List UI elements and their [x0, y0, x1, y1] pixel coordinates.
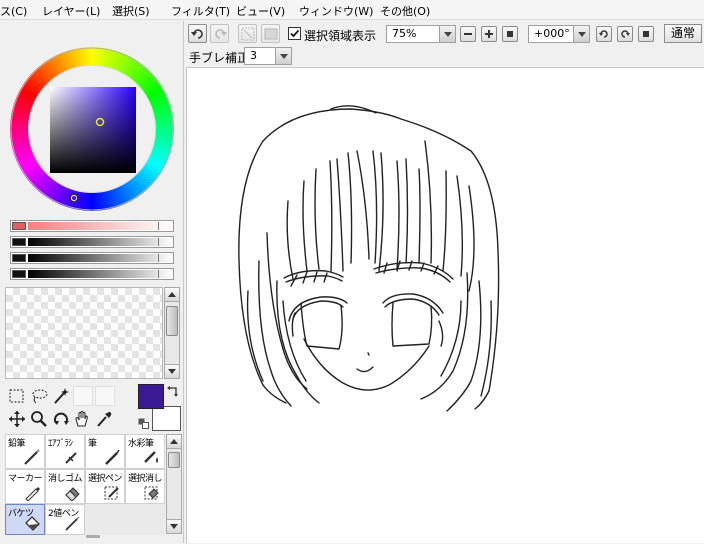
menu-item-other[interactable]: その他(O) — [380, 3, 430, 19]
zoom-out-button[interactable] — [460, 26, 476, 42]
stabilizer-select[interactable]: 3 — [244, 47, 292, 65]
watercolor-icon — [144, 451, 158, 463]
color-slider-3[interactable] — [10, 268, 174, 280]
pencil-icon — [24, 449, 40, 465]
panel-resize-grip[interactable] — [86, 535, 100, 538]
slider-track — [28, 254, 172, 262]
slider-tick — [158, 238, 159, 246]
line-art-drawing — [238, 105, 500, 412]
slider-tick — [158, 254, 159, 262]
brush-icon — [105, 449, 120, 465]
slider-knob — [12, 270, 26, 278]
menu-item-canvas[interactable]: ス(C) — [0, 3, 27, 19]
reset-colors-icon[interactable] — [138, 418, 149, 429]
rotate-icon[interactable] — [52, 410, 70, 428]
left-panel: 鉛筆 ｴｱﾌﾞﾗｼ 筆 水彩筆 マーカー 消しゴム 選択ペン 選択消し バケツ … — [0, 21, 184, 543]
scroll-down-icon[interactable] — [165, 364, 179, 378]
select-erase-icon — [144, 486, 159, 500]
menu-item-layer[interactable]: レイヤー(L) — [42, 3, 100, 19]
brush-brush[interactable]: 筆 — [85, 434, 125, 469]
slider-track — [28, 222, 172, 230]
chevron-down-icon[interactable] — [275, 48, 291, 64]
empty-tool-slot — [95, 386, 115, 406]
slider-tick — [158, 222, 159, 230]
opacity-slider[interactable] — [10, 220, 174, 232]
select-pen-icon — [104, 486, 119, 500]
brush-airbrush[interactable]: ｴｱﾌﾞﾗｼ — [45, 434, 85, 469]
deselect-button[interactable] — [238, 24, 257, 43]
brush-label: 筆 — [88, 439, 97, 449]
swap-colors-icon[interactable] — [167, 385, 179, 397]
scroll-up-icon[interactable] — [167, 435, 181, 449]
zoom-in-button[interactable] — [481, 26, 497, 42]
zoom-reset-button[interactable] — [502, 26, 518, 42]
menu-bar: ス(C) レイヤー(L) 選択(S) フィルタ(T) ビュー(V) ウィンドウ(… — [0, 0, 704, 20]
zoom-value: 75% — [392, 27, 417, 40]
marker-icon — [25, 487, 40, 501]
color-slider-1[interactable] — [10, 236, 174, 248]
undo-button[interactable] — [188, 24, 207, 43]
eraser-icon — [65, 487, 80, 501]
rect-select-icon[interactable] — [8, 387, 26, 405]
brush-palette-scrollbar[interactable] — [166, 434, 182, 534]
slider-knob — [12, 254, 26, 262]
rotate-right-button[interactable] — [617, 26, 633, 42]
brush-pencil[interactable]: 鉛筆 — [5, 434, 45, 469]
scratchpad-scrollbar[interactable] — [164, 287, 180, 379]
stabilizer-label: 手ブレ補正 — [189, 51, 250, 65]
menu-item-window[interactable]: ウィンドウ(W) — [299, 3, 373, 19]
zoom-icon[interactable] — [30, 410, 48, 428]
invert-selection-button[interactable] — [261, 24, 280, 43]
eyedropper-icon[interactable] — [95, 410, 113, 428]
scroll-down-icon[interactable] — [167, 519, 181, 533]
redo-button[interactable] — [210, 24, 229, 43]
slider-track — [28, 270, 172, 278]
brush-bucket[interactable]: バケツ — [5, 504, 45, 535]
stabilizer-value: 3 — [250, 49, 257, 62]
menu-item-select[interactable]: 選択(S) — [112, 3, 150, 19]
scroll-up-icon[interactable] — [165, 288, 179, 302]
magic-wand-icon[interactable] — [52, 387, 70, 405]
empty-tool-slot — [73, 386, 93, 406]
chevron-down-icon[interactable] — [573, 26, 589, 42]
color-slider-2[interactable] — [10, 252, 174, 264]
lasso-icon[interactable] — [30, 387, 48, 405]
brush-select-erase[interactable]: 選択消し — [125, 469, 165, 504]
slider-track — [28, 238, 172, 246]
move-icon[interactable] — [8, 410, 26, 428]
chevron-down-icon[interactable] — [439, 26, 455, 42]
binary-pen-icon — [65, 516, 80, 531]
brush-binary-pen[interactable]: 2値ペン — [45, 504, 85, 535]
brush-watercolor[interactable]: 水彩筆 — [125, 434, 165, 469]
brush-eraser[interactable]: 消しゴム — [45, 469, 85, 504]
primary-color-swatch[interactable] — [138, 384, 164, 409]
zoom-select[interactable]: 75% — [386, 25, 456, 43]
menu-item-filter[interactable]: フィルタ(T) — [171, 3, 230, 19]
brush-marker[interactable]: マーカー — [5, 469, 45, 504]
slider-knob — [12, 222, 26, 230]
empty-brush-slots — [85, 504, 165, 535]
slider-tick — [158, 270, 159, 278]
rotation-select[interactable]: +000° — [528, 25, 590, 43]
scroll-thumb[interactable] — [166, 306, 178, 336]
rotate-left-button[interactable] — [596, 26, 612, 42]
menu-item-view[interactable]: ビュー(V) — [236, 3, 285, 19]
hand-icon[interactable] — [73, 410, 91, 428]
blend-mode-button[interactable]: 通常 — [664, 24, 702, 43]
selection-visible-label: 選択領域表示 — [304, 29, 377, 43]
bucket-icon — [25, 516, 40, 531]
color-wheel[interactable] — [10, 47, 174, 211]
brush-palette: 鉛筆 ｴｱﾌﾞﾗｼ 筆 水彩筆 マーカー 消しゴム 選択ペン 選択消し バケツ … — [5, 434, 165, 535]
scroll-thumb[interactable] — [168, 452, 180, 468]
brush-select-pen[interactable]: 選択ペン — [85, 469, 125, 504]
airbrush-icon — [65, 452, 77, 464]
scratchpad[interactable] — [5, 287, 163, 379]
drawing-canvas[interactable] — [186, 67, 704, 543]
selection-visible-checkbox[interactable] — [288, 27, 301, 40]
secondary-color-swatch[interactable] — [152, 406, 181, 431]
slider-knob — [12, 238, 26, 246]
rotation-value: +000° — [534, 27, 570, 40]
rotation-reset-button[interactable] — [638, 26, 654, 42]
